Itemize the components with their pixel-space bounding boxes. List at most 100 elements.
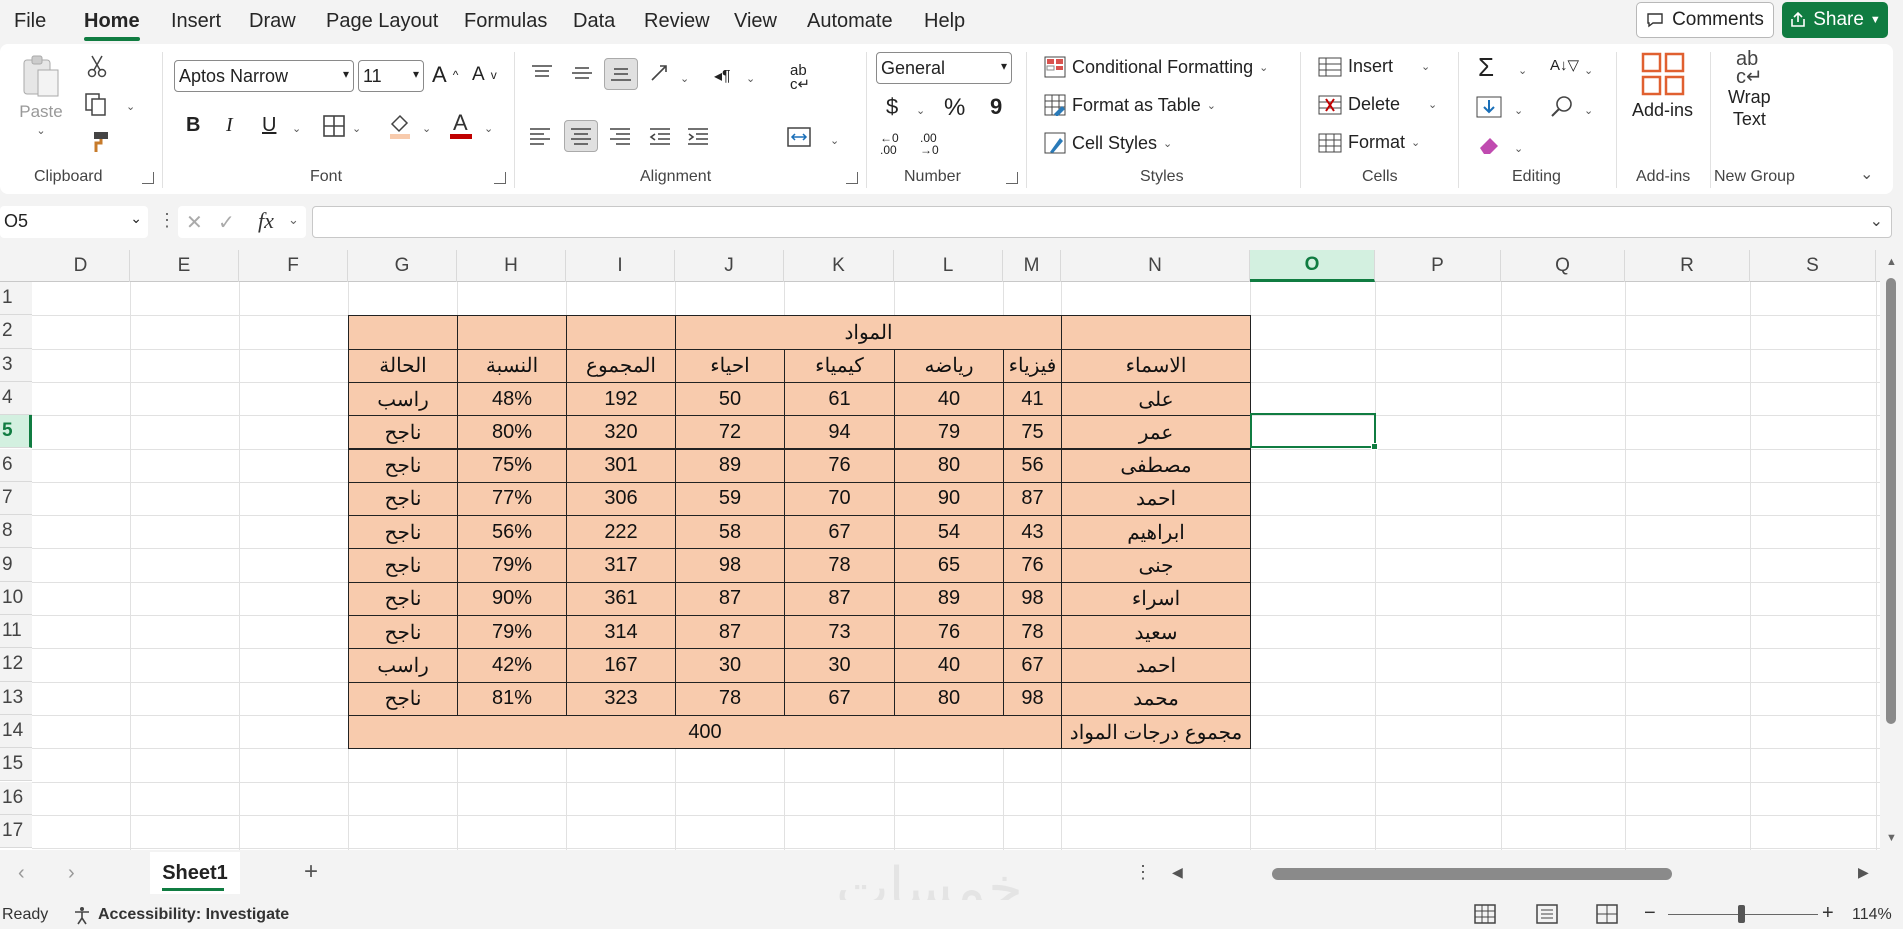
table-cell[interactable]: احمد — [1061, 648, 1251, 683]
add-sheet-icon[interactable]: + — [304, 858, 318, 886]
table-cell[interactable]: 98 — [1003, 681, 1062, 716]
row-header-10[interactable]: 10 — [0, 581, 32, 615]
chevron-down-icon[interactable]: ⌄ — [1514, 142, 1523, 155]
table-cell[interactable]: ابراهيم — [1061, 515, 1251, 550]
scroll-up-icon[interactable]: ▲ — [1886, 256, 1897, 268]
table-cell[interactable]: 87 — [784, 581, 895, 616]
orientation-icon[interactable] — [648, 62, 674, 84]
chevron-down-icon[interactable]: ⌄ — [126, 100, 135, 113]
table-cell[interactable]: 76 — [784, 448, 895, 483]
column-header-g[interactable]: G — [348, 250, 457, 282]
cell-n2[interactable] — [1061, 315, 1251, 350]
worksheet-grid[interactable]: D E F G H I J K L M N O P Q R S 12345678… — [0, 250, 1880, 850]
column-header-l[interactable]: L — [894, 250, 1003, 282]
table-cell[interactable]: ناجح — [348, 615, 458, 650]
merge-center-icon[interactable] — [786, 126, 812, 148]
align-top-icon[interactable] — [530, 64, 554, 82]
format-painter-icon[interactable] — [86, 130, 110, 154]
zoom-slider-thumb[interactable] — [1738, 905, 1745, 923]
table-cell[interactable]: 79% — [457, 615, 567, 650]
percent-button[interactable]: % — [944, 94, 965, 122]
column-header-r[interactable]: R — [1625, 250, 1750, 282]
table-cell[interactable]: 54 — [894, 515, 1004, 550]
table-cell[interactable]: 73 — [784, 615, 895, 650]
share-button[interactable]: Share ▼ — [1782, 2, 1888, 38]
vertical-scrollbar[interactable]: ▲ ▼ — [1880, 250, 1903, 850]
normal-view-icon[interactable] — [1474, 904, 1496, 929]
table-cell[interactable]: 40 — [894, 648, 1004, 683]
table-cell[interactable]: 67 — [1003, 648, 1062, 683]
cell-g2[interactable] — [348, 315, 458, 350]
table-cell[interactable]: 67 — [784, 515, 895, 550]
header-math[interactable]: رياضه — [894, 348, 1004, 383]
chevron-down-icon[interactable]: ⌄ — [680, 72, 689, 85]
collapse-ribbon-icon[interactable]: ⌄ — [1860, 164, 1873, 184]
underline-button[interactable]: U — [262, 114, 276, 137]
align-middle-icon[interactable] — [570, 64, 594, 82]
table-cell[interactable]: 50 — [675, 381, 785, 417]
table-cell[interactable]: 67 — [784, 681, 895, 716]
table-cell[interactable]: مصطفى — [1061, 448, 1251, 483]
column-header-h[interactable]: H — [457, 250, 566, 282]
header-percent[interactable]: النسبة — [457, 348, 567, 383]
column-header-q[interactable]: Q — [1501, 250, 1625, 282]
table-cell[interactable]: سعيد — [1061, 615, 1251, 650]
chevron-down-icon[interactable]: ⌄ — [288, 212, 299, 228]
row-header-17[interactable]: 17 — [0, 814, 32, 849]
zoom-in-icon[interactable]: + — [1822, 902, 1834, 925]
table-cell[interactable]: 30 — [675, 648, 785, 683]
total-value-cell[interactable]: 400 — [348, 714, 1062, 750]
menu-formulas[interactable]: Formulas — [464, 10, 547, 33]
table-cell[interactable]: 80 — [894, 448, 1004, 483]
align-left-icon[interactable] — [528, 126, 552, 146]
header-biology[interactable]: احياء — [675, 348, 785, 383]
copy-icon[interactable] — [84, 92, 110, 116]
page-break-icon[interactable] — [1596, 904, 1618, 929]
table-cell[interactable]: 75% — [457, 448, 567, 483]
table-cell[interactable]: 192 — [566, 381, 676, 417]
column-header-m[interactable]: M — [1003, 250, 1061, 282]
header-chemistry[interactable]: كيمياء — [784, 348, 895, 383]
fill-color-icon[interactable] — [388, 112, 412, 140]
comments-button[interactable]: Comments — [1636, 2, 1774, 38]
column-header-k[interactable]: K — [784, 250, 894, 282]
font-size-select[interactable]: 11 ▾ — [358, 60, 424, 92]
row-header-5[interactable]: 5 — [0, 415, 32, 449]
table-cell[interactable]: 323 — [566, 681, 676, 716]
clear-icon[interactable] — [1476, 134, 1502, 156]
cell-i2[interactable] — [566, 315, 676, 350]
total-label-cell[interactable]: مجموع درجات المواد — [1061, 714, 1251, 750]
fill-icon[interactable] — [1476, 96, 1502, 118]
table-cell[interactable]: ناجح — [348, 681, 458, 716]
chevron-down-icon[interactable]: ⌄ — [484, 122, 493, 135]
table-cell[interactable]: راسب — [348, 381, 458, 417]
font-name-select[interactable]: Aptos Narrow ▾ — [174, 60, 354, 92]
table-cell[interactable]: ناجح — [348, 515, 458, 550]
align-right-icon[interactable] — [608, 126, 632, 146]
chevron-down-icon[interactable]: ⌄ — [422, 122, 431, 135]
row-header-6[interactable]: 6 — [0, 448, 32, 482]
table-cell[interactable]: 56 — [1003, 448, 1062, 483]
vertical-scroll-thumb[interactable] — [1886, 278, 1896, 724]
zoom-level[interactable]: 114% — [1852, 906, 1892, 924]
font-color-icon[interactable]: A — [448, 110, 474, 140]
increase-font-size-icon[interactable]: A ^ — [432, 62, 458, 88]
cut-icon[interactable] — [86, 54, 108, 78]
menu-insert[interactable]: Insert — [171, 10, 221, 33]
row-header-16[interactable]: 16 — [0, 781, 32, 815]
cell-h2[interactable] — [457, 315, 567, 350]
column-header-o[interactable]: O — [1250, 250, 1375, 282]
table-cell[interactable]: 42% — [457, 648, 567, 683]
align-center-icon[interactable] — [564, 120, 598, 152]
row-header-12[interactable]: 12 — [0, 648, 32, 682]
selected-cell-o5[interactable] — [1250, 413, 1376, 448]
accessibility-status[interactable]: Accessibility: Investigate — [98, 906, 289, 924]
column-header-p[interactable]: P — [1375, 250, 1501, 282]
decrease-indent-icon[interactable] — [648, 126, 672, 146]
row-header-15[interactable]: 15 — [0, 748, 32, 782]
table-cell[interactable]: 361 — [566, 581, 676, 616]
chevron-down-icon[interactable]: ⌄ — [1584, 104, 1593, 117]
bold-button[interactable]: B — [186, 114, 200, 137]
row-header-9[interactable]: 9 — [0, 548, 32, 582]
table-cell[interactable]: 79% — [457, 548, 567, 583]
